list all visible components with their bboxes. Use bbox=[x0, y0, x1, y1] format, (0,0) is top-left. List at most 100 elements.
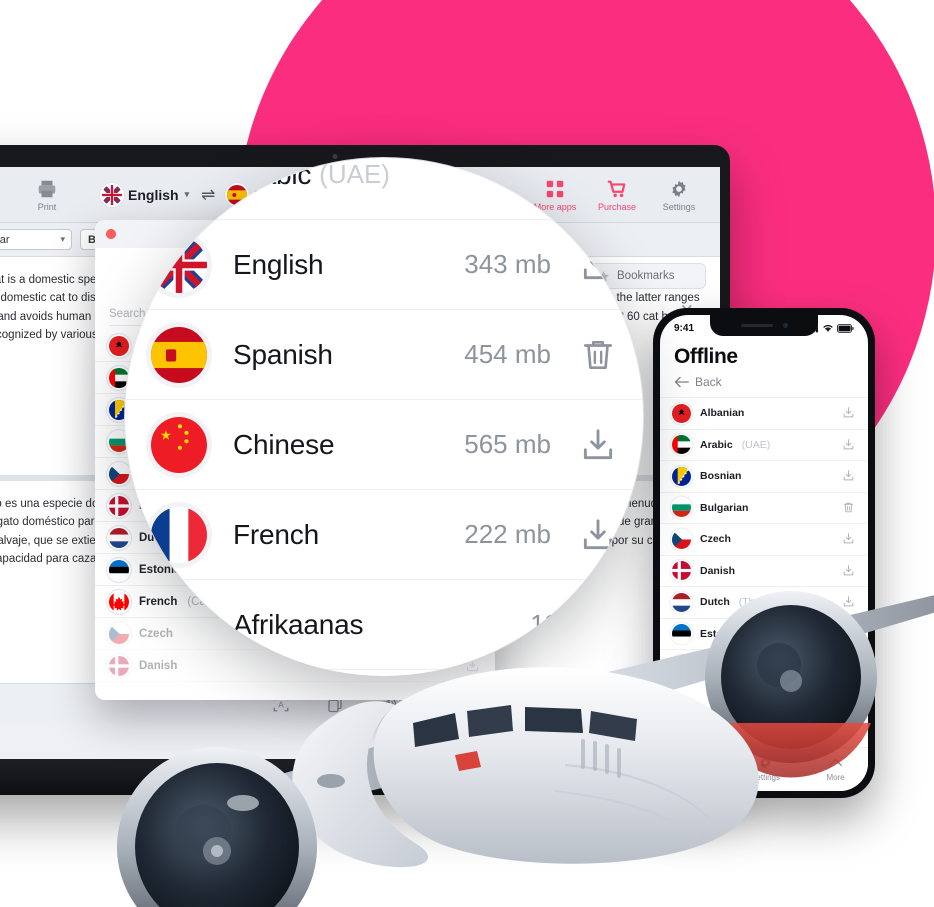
flag-china-icon bbox=[151, 416, 207, 473]
flag-bulgaria-icon bbox=[672, 498, 691, 518]
language-name: Czech bbox=[700, 533, 731, 546]
phone-language-row[interactable]: Arabic (UAE) bbox=[660, 428, 868, 461]
language-size: 454 mb bbox=[464, 339, 551, 369]
magnified-language-row[interactable]: English 343 mb bbox=[125, 220, 643, 310]
phone-tab-settings[interactable]: Settings bbox=[751, 754, 780, 782]
flag-uk-icon bbox=[151, 236, 207, 293]
promo-composition: Print English ▾ ⇌ More apps Purchase Set… bbox=[0, 0, 934, 907]
status-time: 9:41 bbox=[674, 322, 695, 334]
language-size: 232 mb bbox=[530, 159, 617, 189]
flag-albania-icon bbox=[672, 403, 691, 423]
download-icon[interactable] bbox=[842, 469, 856, 483]
flag-estonia-icon bbox=[672, 624, 691, 644]
download-icon[interactable] bbox=[579, 426, 617, 464]
signal-bars-icon bbox=[806, 324, 818, 333]
download-icon[interactable] bbox=[842, 438, 855, 451]
download-icon[interactable] bbox=[579, 426, 617, 464]
phone-tab-more[interactable]: More bbox=[827, 754, 845, 782]
download-icon[interactable] bbox=[579, 516, 617, 554]
download-icon[interactable] bbox=[842, 532, 856, 546]
flag-uk-icon bbox=[102, 184, 122, 205]
download-icon[interactable] bbox=[842, 595, 856, 609]
download-icon[interactable] bbox=[579, 516, 617, 554]
magnified-language-row[interactable]: Spanish 454 mb bbox=[125, 310, 643, 400]
printer-icon bbox=[38, 180, 56, 197]
language-region: (UAE) bbox=[741, 438, 771, 451]
phone-status-bar: 9:41 bbox=[660, 315, 868, 339]
flag-czech-icon bbox=[672, 529, 691, 549]
phone-language-list[interactable]: Albanian Arabic (UAE) Bosnian Bulgarian Czech… bbox=[660, 397, 868, 681]
language-name: English bbox=[233, 248, 324, 280]
magnified-language-row[interactable]: Arabic (UAE) 232 mb bbox=[125, 158, 643, 220]
font-style-value: Regular bbox=[0, 233, 10, 246]
language-name: Danish bbox=[700, 564, 736, 577]
download-icon[interactable] bbox=[579, 246, 617, 284]
language-name: French bbox=[700, 659, 736, 672]
laptop-base: MacBook bbox=[0, 759, 730, 795]
font-style-select[interactable]: Regular ▾ bbox=[0, 229, 72, 250]
phone-language-row[interactable]: Danish bbox=[660, 554, 868, 587]
phone-screen: 9:41 Offline Back Albanian Arabic (UAE) … bbox=[660, 315, 868, 791]
download-icon[interactable] bbox=[842, 658, 856, 672]
trash-icon[interactable] bbox=[579, 336, 617, 374]
magnified-language-list[interactable]: Arabic (UAE) 232 mb English 343 mb Spanish 454… bbox=[125, 158, 643, 670]
trash-icon[interactable] bbox=[842, 501, 856, 515]
battery-icon bbox=[837, 323, 854, 333]
flag-uae-icon bbox=[672, 435, 691, 455]
language-size: 343 mb bbox=[464, 249, 551, 279]
trash-icon[interactable] bbox=[579, 336, 617, 374]
language-name: Dutch bbox=[700, 596, 730, 609]
phone-tab-more-label: More bbox=[826, 772, 845, 782]
settings-label: Settings bbox=[662, 201, 696, 212]
language-size: 222 mb bbox=[464, 519, 551, 549]
phone-tab-bar: Cards Settings More bbox=[660, 747, 868, 791]
phone-language-row[interactable]: Estonian bbox=[660, 617, 868, 650]
phone-tab-cards[interactable]: Cards bbox=[683, 754, 705, 782]
phone-page-title: Offline bbox=[674, 345, 738, 368]
toolbar-print-button[interactable]: Print bbox=[24, 178, 70, 212]
phone-tab-cards-label: Cards bbox=[683, 772, 705, 782]
language-name: Chinese bbox=[233, 428, 335, 460]
magnified-language-row[interactable]: Chinese 565 mb bbox=[125, 400, 643, 490]
language-name: Bosnian bbox=[700, 470, 742, 483]
cards-icon bbox=[687, 754, 701, 769]
language-size: 565 mb bbox=[464, 429, 551, 459]
flag-canada-icon bbox=[672, 655, 691, 675]
download-icon[interactable] bbox=[842, 406, 856, 420]
magnified-language-row[interactable]: French 222 mb bbox=[125, 490, 643, 580]
download-icon[interactable] bbox=[842, 595, 855, 608]
trash-icon[interactable] bbox=[842, 501, 855, 514]
download-icon[interactable] bbox=[842, 406, 855, 419]
language-name: Albanian bbox=[700, 407, 745, 420]
download-icon[interactable] bbox=[842, 469, 855, 482]
language-size: 137 mb bbox=[530, 609, 617, 639]
chevron-up-icon bbox=[829, 758, 842, 766]
toolbar-save-button[interactable] bbox=[0, 184, 10, 206]
phone-language-row[interactable]: Bosnian bbox=[660, 460, 868, 492]
magnified-language-row[interactable]: Afrikaanas 137 mb bbox=[125, 580, 643, 670]
flag-spain-icon bbox=[151, 326, 207, 383]
download-icon[interactable] bbox=[842, 438, 856, 452]
arrow-left-icon bbox=[674, 376, 689, 388]
magnifier-lens: Arabic (UAE) 232 mb English 343 mb Spanish 454… bbox=[125, 158, 643, 676]
language-name: Spanish bbox=[233, 338, 333, 370]
flag-bosnia-icon bbox=[672, 466, 691, 486]
phone-language-row[interactable]: Albanian bbox=[660, 397, 868, 429]
download-icon[interactable] bbox=[842, 627, 855, 640]
phone-language-row[interactable]: French (Canada) bbox=[660, 649, 868, 681]
download-icon[interactable] bbox=[842, 532, 855, 545]
phone-language-row[interactable]: Czech bbox=[660, 523, 868, 555]
download-icon[interactable] bbox=[579, 246, 617, 284]
download-icon[interactable] bbox=[842, 627, 856, 641]
phone-language-row[interactable]: Bulgarian bbox=[660, 491, 868, 524]
phone-back-button[interactable]: Back bbox=[660, 369, 868, 397]
language-name: Bulgarian bbox=[700, 501, 749, 514]
download-icon[interactable] bbox=[842, 564, 855, 577]
download-icon[interactable] bbox=[842, 658, 855, 671]
close-window-button[interactable] bbox=[106, 229, 116, 239]
download-icon[interactable] bbox=[842, 564, 856, 578]
phone-language-row[interactable]: Dutch (The Netherlands) bbox=[660, 586, 868, 618]
phone-device: 9:41 Offline Back Albanian Arabic (UAE) … bbox=[653, 308, 875, 798]
settings-button[interactable]: Settings bbox=[656, 178, 702, 212]
status-icons bbox=[806, 323, 854, 333]
